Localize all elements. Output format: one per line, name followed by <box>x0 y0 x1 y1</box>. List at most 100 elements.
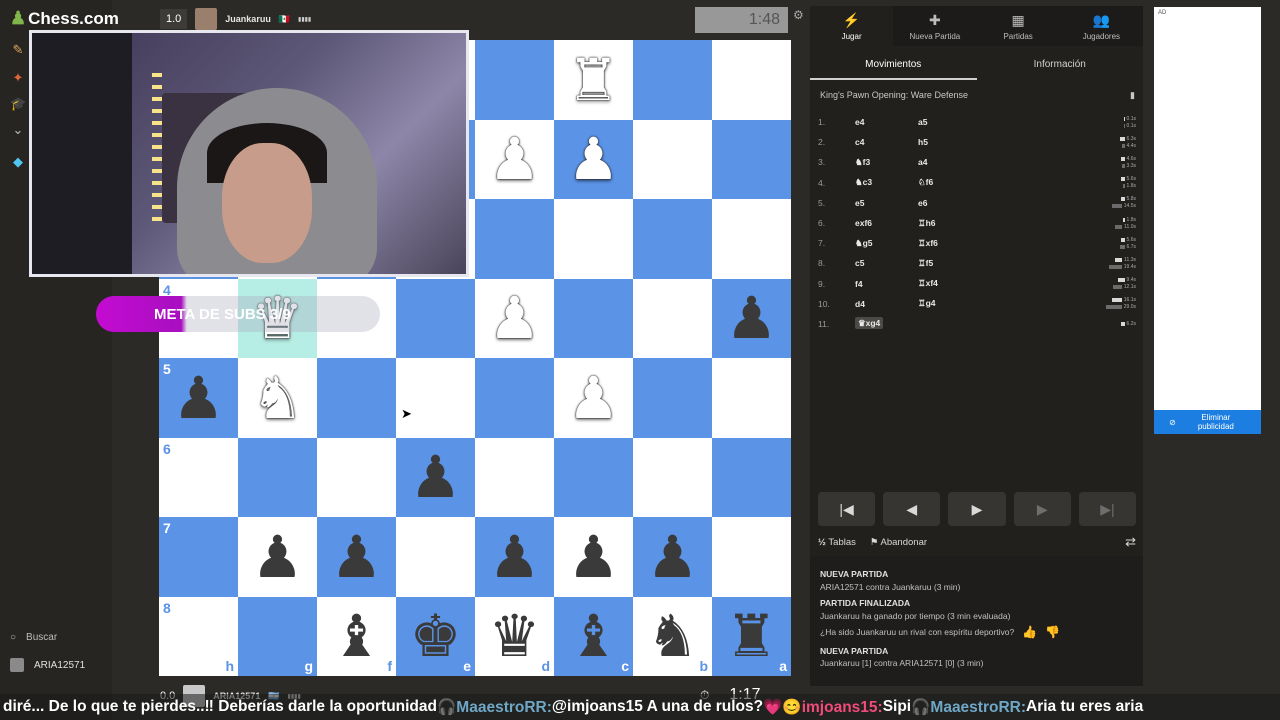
black-bishop-icon[interactable]: ♝ <box>331 607 383 665</box>
black-move[interactable]: ♖xf6 <box>918 238 981 249</box>
board-square[interactable] <box>554 278 633 358</box>
resign-button[interactable]: ⚑ Abandonar <box>870 537 927 548</box>
tab-moves[interactable]: Movimientos <box>810 50 977 80</box>
white-pawn-icon[interactable]: ♟ <box>568 130 620 188</box>
black-pawn-icon[interactable]: ♟ <box>726 289 778 347</box>
board-square[interactable]: ♟ <box>554 517 633 597</box>
board-square[interactable]: ♟ <box>633 517 712 597</box>
board-square[interactable]: ♜ a <box>712 596 791 676</box>
board-square[interactable] <box>475 199 554 279</box>
black-move[interactable]: ♖h6 <box>918 218 981 229</box>
white-move[interactable]: exf6 <box>855 218 918 228</box>
board-square[interactable]: 7 <box>159 517 238 597</box>
thumbs-down-icon[interactable]: 👎 <box>1045 626 1060 639</box>
board-square[interactable] <box>475 437 554 517</box>
board-square[interactable] <box>475 40 554 120</box>
board-square[interactable] <box>712 199 791 279</box>
board-square[interactable]: ♟ 5 <box>159 358 238 438</box>
black-pawn-icon[interactable]: ♟ <box>410 448 462 506</box>
white-pawn-icon[interactable]: ♟ <box>489 289 541 347</box>
white-move[interactable]: ♞f3 <box>855 157 918 168</box>
board-square[interactable] <box>554 199 633 279</box>
board-square[interactable]: ♛ d <box>475 596 554 676</box>
board-square[interactable]: ♟ <box>475 119 554 199</box>
board-square[interactable] <box>633 119 712 199</box>
board-square[interactable] <box>317 437 396 517</box>
white-move[interactable]: c4 <box>855 137 918 147</box>
board-square[interactable] <box>712 437 791 517</box>
remove-ads-button[interactable]: ⊘ Eliminar publicidad <box>1154 410 1261 434</box>
white-move[interactable]: f4 <box>855 279 918 289</box>
black-move[interactable]: a4 <box>918 157 981 167</box>
board-square[interactable]: ♝ f <box>317 596 396 676</box>
black-pawn-icon[interactable]: ♟ <box>647 528 699 586</box>
flip-board-icon[interactable]: ⇄ <box>1125 534 1136 550</box>
learn-icon[interactable]: 🎓 <box>10 96 26 112</box>
sidebar-search[interactable]: ○ Buscar <box>10 632 57 643</box>
board-square[interactable] <box>633 199 712 279</box>
white-pawn-icon[interactable]: ♟ <box>568 369 620 427</box>
board-square[interactable] <box>633 437 712 517</box>
board-square[interactable]: 8h <box>159 596 238 676</box>
board-square[interactable] <box>238 437 317 517</box>
white-move[interactable]: ♞c3 <box>855 177 918 188</box>
board-square[interactable] <box>396 358 475 438</box>
board-square[interactable]: ♟ <box>554 358 633 438</box>
current-move[interactable]: ♛xg4 <box>855 317 884 330</box>
board-square[interactable]: ♞ <box>238 358 317 438</box>
tab-partidas[interactable]: ▦ Partidas <box>977 6 1060 46</box>
board-square[interactable]: ♟ <box>396 437 475 517</box>
chess-logo[interactable]: ♟ Chess.com <box>10 8 119 29</box>
board-square[interactable]: ♟ <box>475 278 554 358</box>
board-square[interactable]: ♚ e <box>396 596 475 676</box>
board-square[interactable] <box>317 358 396 438</box>
board-square[interactable] <box>396 517 475 597</box>
white-knight-icon[interactable]: ♞ <box>252 369 304 427</box>
board-square[interactable]: ♟ <box>475 517 554 597</box>
tab-info[interactable]: Información <box>977 50 1144 80</box>
puzzle-icon[interactable]: ✎ <box>10 42 26 58</box>
black-move[interactable]: e6 <box>918 198 981 208</box>
black-bishop-icon[interactable]: ♝ <box>568 607 620 665</box>
white-pawn-icon[interactable]: ♟ <box>489 130 541 188</box>
thumbs-up-icon[interactable]: 👍 <box>1022 626 1037 639</box>
white-move[interactable]: ♞g5 <box>855 238 918 249</box>
board-square[interactable] <box>633 358 712 438</box>
board-square[interactable]: ♟ <box>317 517 396 597</box>
white-move[interactable]: ♛xg4 <box>855 317 918 330</box>
board-square[interactable]: ♜ <box>554 40 633 120</box>
white-rook-icon[interactable]: ♜ <box>568 51 620 109</box>
puzzles-icon[interactable]: ✦ <box>10 70 26 86</box>
board-square[interactable] <box>633 278 712 358</box>
prev-move-button[interactable]: ◀ <box>883 492 941 526</box>
tab-jugadores[interactable]: 👥 Jugadores <box>1060 6 1143 46</box>
board-square[interactable]: ♝ c <box>554 596 633 676</box>
board-square[interactable]: 6 <box>159 437 238 517</box>
sidebar-user[interactable]: ARIA12571 <box>10 658 85 672</box>
black-move[interactable]: ♖xf4 <box>918 278 981 289</box>
opening-name[interactable]: King's Pawn Opening: Ware Defense <box>820 90 968 101</box>
play-button[interactable]: ▶ <box>948 492 1006 526</box>
black-move[interactable]: h5 <box>918 137 981 147</box>
book-icon[interactable]: ▮ <box>1130 90 1135 101</box>
board-square[interactable] <box>712 119 791 199</box>
board-square[interactable]: g <box>238 596 317 676</box>
black-pawn-icon[interactable]: ♟ <box>252 528 304 586</box>
board-square[interactable] <box>554 437 633 517</box>
white-move[interactable]: e4 <box>855 117 918 127</box>
white-move[interactable]: d4 <box>855 299 918 309</box>
black-queen-icon[interactable]: ♛ <box>489 607 541 665</box>
board-square[interactable] <box>712 517 791 597</box>
black-move[interactable]: ♘f6 <box>918 177 981 188</box>
black-move[interactable]: ♖f5 <box>918 258 981 269</box>
board-square[interactable]: ♞ b <box>633 596 712 676</box>
top-player-avatar[interactable] <box>195 8 218 30</box>
black-rook-icon[interactable]: ♜ <box>726 607 778 665</box>
board-square[interactable] <box>712 40 791 120</box>
tab-jugar[interactable]: ⚡ Jugar <box>810 6 894 46</box>
draw-button[interactable]: ½ Tablas <box>818 537 856 548</box>
board-square[interactable]: ♟ <box>554 119 633 199</box>
first-move-button[interactable]: |◀ <box>818 492 876 526</box>
board-square[interactable] <box>712 358 791 438</box>
diamond-icon[interactable]: ◆ <box>10 154 26 170</box>
